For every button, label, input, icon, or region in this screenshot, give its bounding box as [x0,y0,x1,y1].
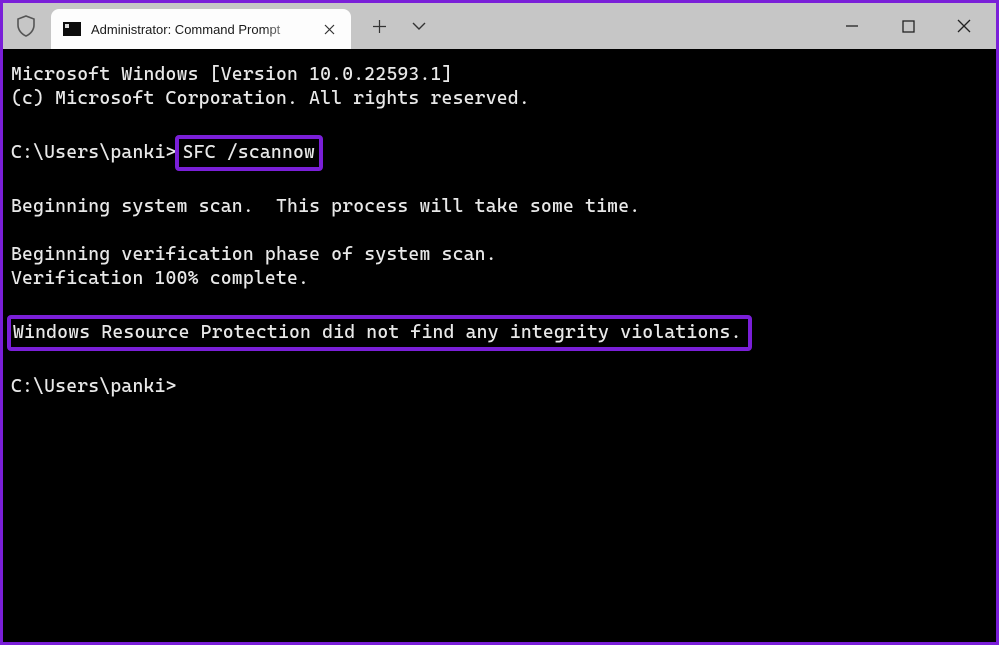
minimize-icon [845,19,859,33]
maximize-icon [902,20,915,33]
terminal-line: Microsoft Windows [Version 10.0.22593.1] [11,64,453,85]
shield-icon [16,15,36,37]
maximize-button[interactable] [880,6,936,46]
plus-icon [373,20,386,33]
new-tab-button[interactable] [359,6,399,46]
tab-active[interactable]: Administrator: Command Prompt [51,9,351,49]
close-icon [324,24,335,35]
minimize-button[interactable] [824,6,880,46]
chevron-down-icon [412,22,426,31]
cmd-icon [63,22,81,36]
titlebar: Administrator: Command Prompt [3,3,996,49]
highlighted-result: Windows Resource Protection did not find… [7,315,752,351]
app-shield-button[interactable] [3,3,49,49]
close-icon [957,19,971,33]
terminal-line: (c) Microsoft Corporation. All rights re… [11,88,530,109]
tab-title: Administrator: Command Prompt [91,22,307,37]
prompt-prefix: C:\Users\panki> [11,142,177,163]
terminal-output[interactable]: Microsoft Windows [Version 10.0.22593.1]… [3,49,996,642]
window-controls [824,3,996,49]
window-frame: Administrator: Command Prompt [3,3,996,642]
terminal-line: Verification 100% complete. [11,268,309,289]
prompt-line: C:\Users\panki> [11,376,177,397]
terminal-line: Beginning system scan. This process will… [11,196,640,217]
terminal-line: Beginning verification phase of system s… [11,244,497,265]
window-close-button[interactable] [936,6,992,46]
tabbar-actions [351,3,439,49]
tab-close-button[interactable] [317,17,341,41]
highlighted-command: SFC /scannow [175,135,323,171]
tab-dropdown-button[interactable] [399,6,439,46]
